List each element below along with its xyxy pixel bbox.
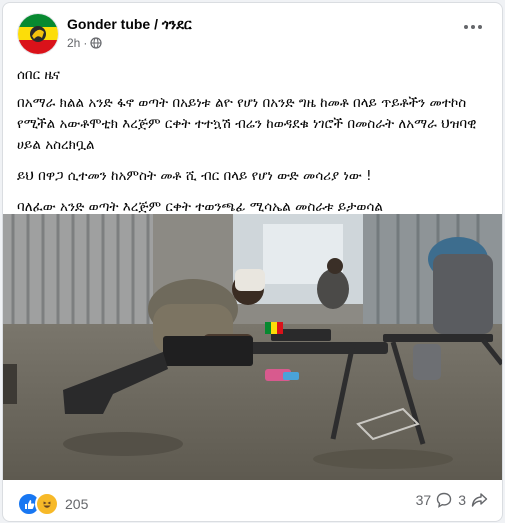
post-time[interactable]: 2h (67, 36, 80, 50)
engagement-stats: 37 3 (416, 492, 488, 508)
post-meta: 2h · (67, 36, 102, 50)
post-photo[interactable] (3, 214, 502, 480)
share-count: 3 (458, 492, 466, 508)
post-card: Gonder tube / ጎንደር 2h · ሰበር ዜና በአማራ ክልል … (2, 2, 503, 522)
haha-icon (35, 492, 59, 516)
reaction-count: 205 (65, 496, 89, 512)
globe-icon (90, 37, 102, 49)
page-avatar[interactable] (17, 13, 59, 55)
workshop-photo (3, 214, 502, 480)
reaction-summary[interactable]: 205 (17, 492, 88, 516)
post-footer: 205 37 3 (17, 488, 488, 518)
post-paragraph: ይህ በዋጋ ሲተመን ከአምስት መቶ ሺ ብር በላይ የሆነ ውድ መሳሪ… (17, 168, 372, 184)
post-paragraph: በአማራ ክልል አንድ ፋኖ ወጣት በአይነቱ ልዮ የሆነ በአንድ ግዜ… (17, 95, 477, 153)
more-icon[interactable] (458, 17, 488, 37)
comment-icon (437, 492, 452, 508)
meta-separator: · (83, 36, 88, 50)
page-name[interactable]: Gonder tube / ጎንደር (67, 16, 192, 33)
flag-avatar-icon (18, 14, 58, 54)
share-count-button[interactable]: 3 (458, 492, 488, 508)
post-header: Gonder tube / ጎንደር 2h · (17, 13, 488, 57)
comment-count-button[interactable]: 37 (416, 492, 453, 508)
share-icon (471, 493, 488, 507)
post-text: ሰበር ዜና በአማራ ክልል አንድ ፋኖ ወጣት በአይነቱ ልዮ የሆነ … (17, 65, 488, 228)
post-heading: ሰበር ዜና (17, 67, 60, 83)
comment-count: 37 (415, 492, 432, 508)
